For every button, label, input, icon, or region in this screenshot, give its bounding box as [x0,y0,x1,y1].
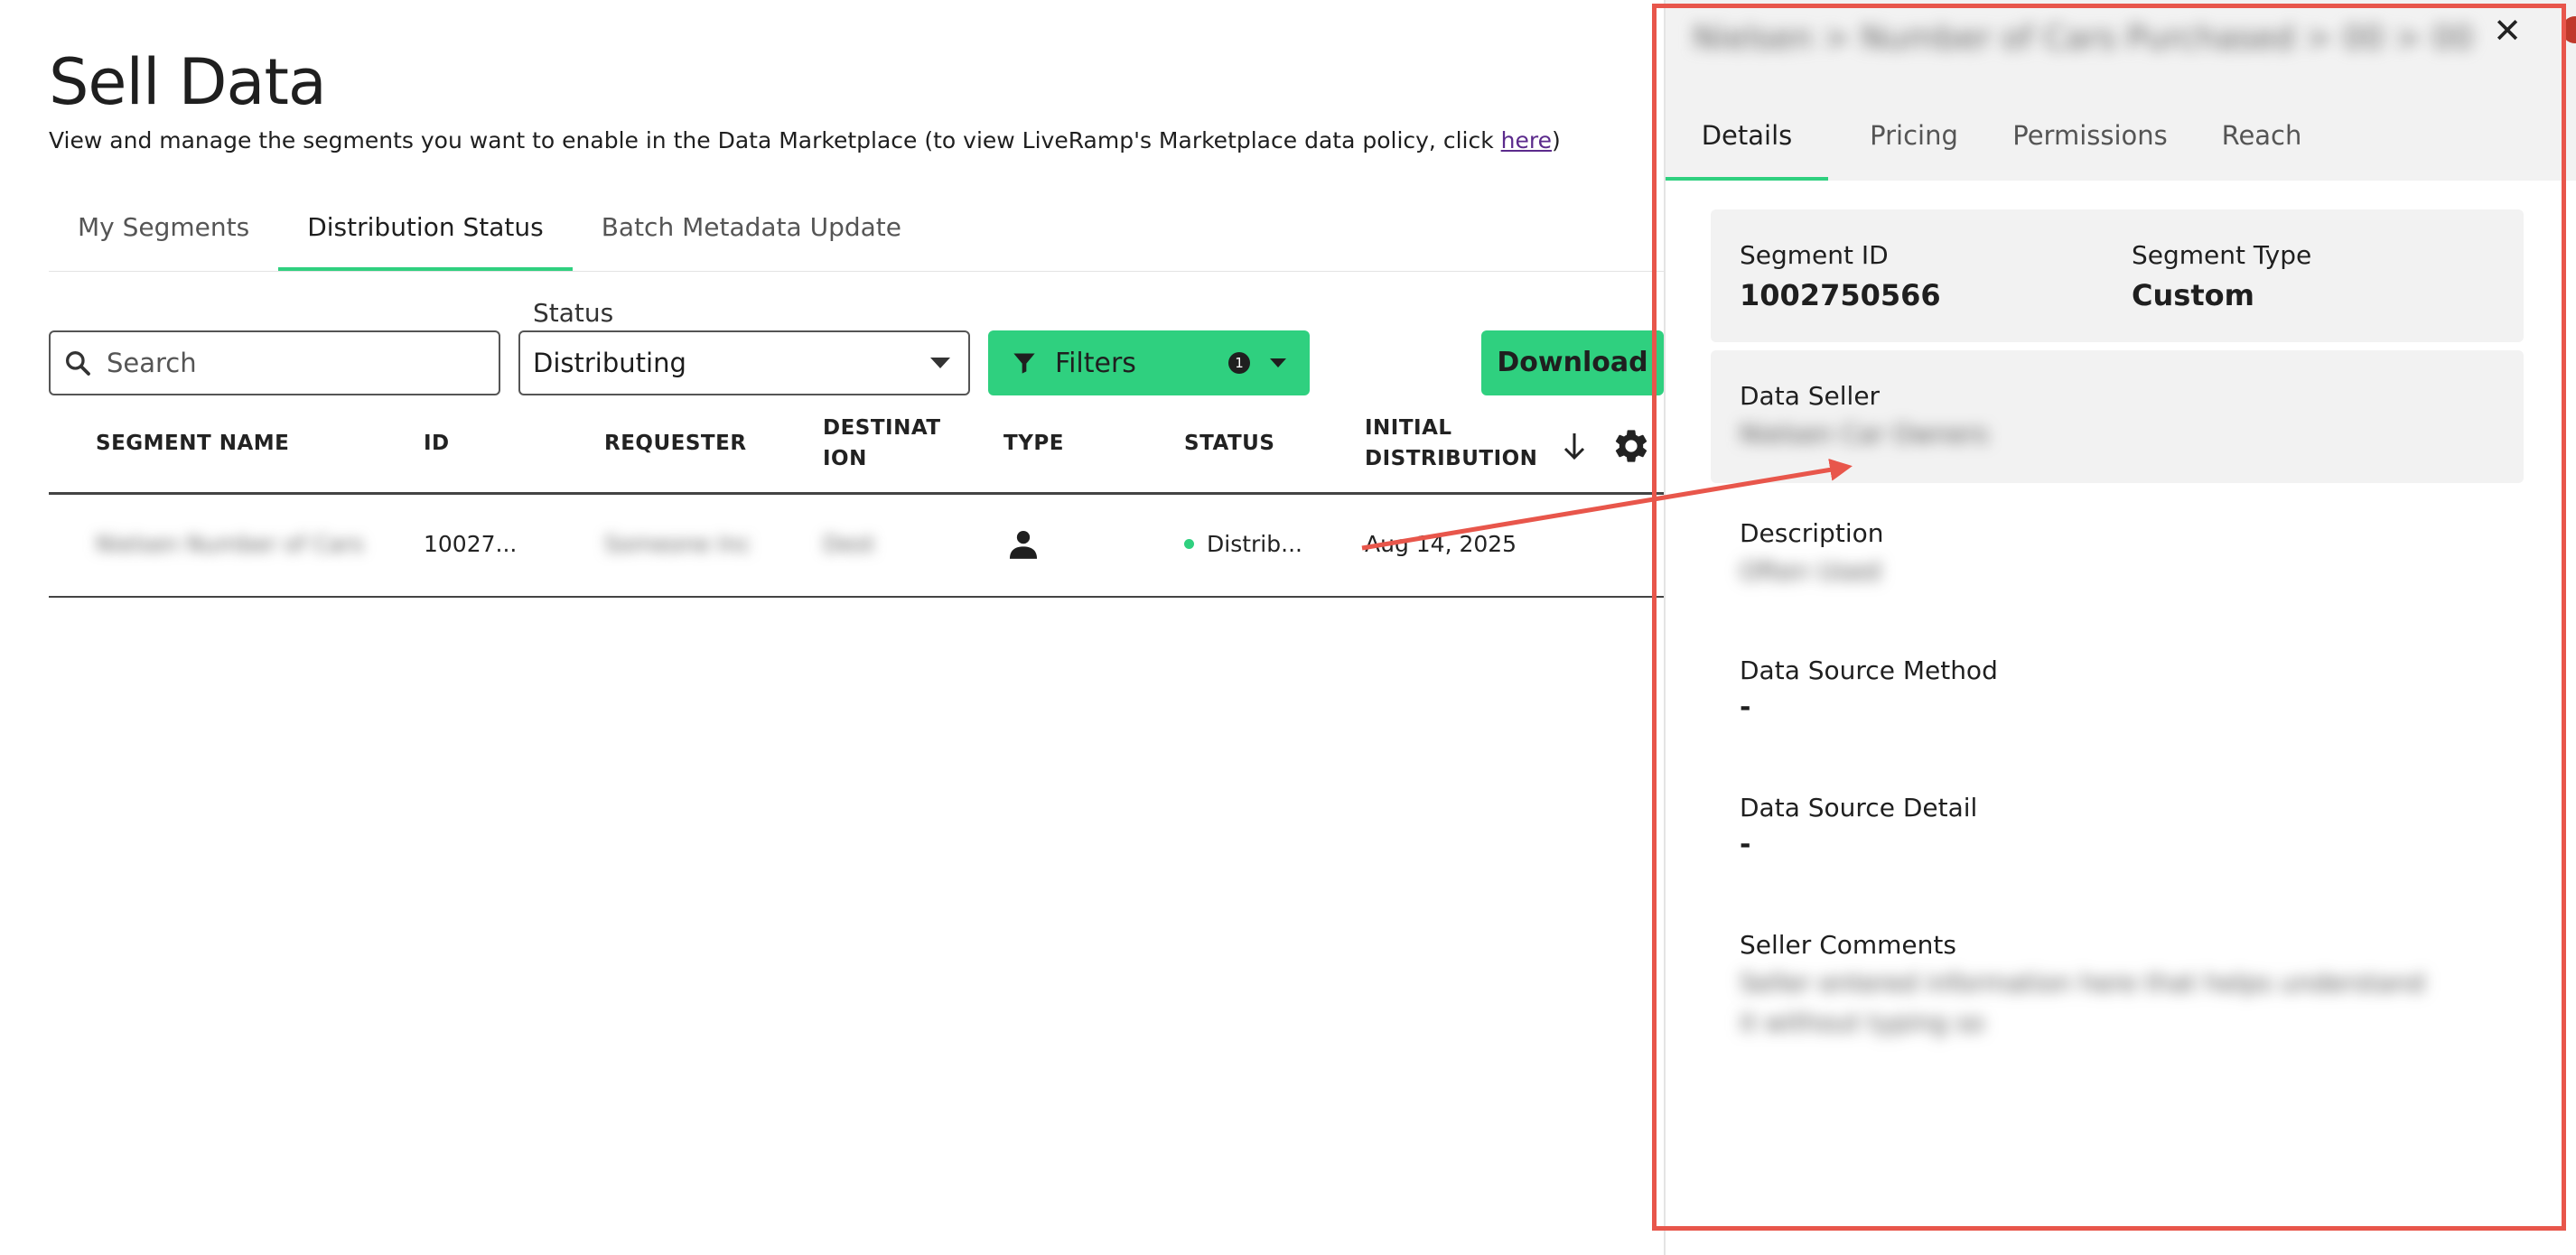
marketplace-policy-link[interactable]: here [1501,127,1552,153]
table-header: SEGMENT NAME ID REQUESTER DESTINAT ION T… [49,408,1666,495]
subtitle-end: ) [1551,127,1561,153]
close-icon[interactable]: ✕ [2493,11,2522,51]
status-select[interactable]: Distributing [518,330,970,395]
caret-down-icon [1270,358,1286,367]
data-seller-label: Data Seller [1740,381,1881,411]
person-icon [1009,530,1038,559]
data-seller-card: Data Seller Nielsen Car Owners [1711,350,2524,483]
search-icon [66,351,90,376]
cell-requester: Someone Inc [604,531,751,557]
tab-details[interactable]: Details [1666,99,1828,181]
cell-destination: Dest [823,531,875,557]
data-source-detail-value: - [1740,829,1751,860]
status-filter-label: Status [533,298,614,328]
page-subtitle: View and manage the segments you want to… [49,127,1561,153]
tab-pricing[interactable]: Pricing [1846,99,1982,181]
table-row[interactable]: Nielsen Number of Cars 10027... Someone … [49,495,1666,598]
tab-reach[interactable]: Reach [2198,99,2325,181]
col-type[interactable]: TYPE [1003,428,1064,459]
cell-id: 10027... [424,531,518,557]
seller-comments-line1: Seller entered information here that hel… [1740,968,2425,998]
col-destination[interactable]: DESTINAT ION [823,413,941,474]
status-dot [1184,538,1194,549]
page-title: Sell Data [49,45,327,119]
col-status[interactable]: STATUS [1184,428,1274,459]
col-requester[interactable]: REQUESTER [604,428,747,459]
tab-batch-metadata-update[interactable]: Batch Metadata Update [573,200,930,271]
data-source-method-label: Data Source Method [1740,655,1998,685]
cell-status-text: Distrib... [1207,531,1302,557]
download-button[interactable]: Download [1481,330,1664,395]
filter-icon [1013,353,1035,374]
sort-arrow-down-icon[interactable] [1562,431,1587,461]
data-source-detail-label: Data Source Detail [1740,793,1978,823]
tab-permissions[interactable]: Permissions [2000,99,2180,181]
col-segment-name[interactable]: SEGMENT NAME [96,428,289,459]
panel-title: Nielsen > Number of Cars Purchased > 00 … [1693,20,2474,57]
data-seller-value: Nielsen Car Owners [1740,419,1989,449]
panel-header: Nielsen > Number of Cars Purchased > 00 … [1666,0,2576,181]
panel-tabs: Details Pricing Permissions Reach [1666,99,2576,181]
segment-id-value: 1002750566 [1740,278,1941,312]
segment-type-label: Segment Type [2132,240,2312,270]
segment-summary-card: Segment ID 1002750566 Segment Type Custo… [1711,209,2524,342]
col-initial-distribution-line2: DISTRIBUTION [1365,447,1538,470]
status-select-value: Distributing [533,348,686,378]
search-input[interactable] [105,347,470,379]
description-label: Description [1740,518,1884,548]
cell-segment-name: Nielsen Number of Cars [96,531,364,557]
col-destination-line1: DESTINAT [823,416,941,440]
tab-distribution-status[interactable]: Distribution Status [278,200,573,271]
filters-button[interactable]: Filters 1 [988,330,1310,395]
segment-type-value: Custom [2132,278,2254,312]
description-value: Often Used [1740,556,1881,586]
search-field[interactable] [49,330,500,395]
subtitle-text: View and manage the segments you want to… [49,127,1501,153]
col-id[interactable]: ID [424,428,450,459]
data-source-method-value: - [1740,692,1751,723]
gear-icon[interactable] [1611,426,1651,466]
tab-my-segments[interactable]: My Segments [49,200,278,271]
main-tabs: My Segments Distribution Status Batch Me… [49,200,1666,272]
chevron-down-icon [930,358,950,368]
seller-comments-label: Seller Comments [1740,930,1956,960]
col-initial-distribution[interactable]: INITIAL DISTRIBUTION [1365,413,1537,474]
filters-label: Filters [1055,347,1136,379]
cell-initial-distribution: Aug 14, 2025 [1365,531,1517,557]
segment-details-panel: Nielsen > Number of Cars Purchased > 00 … [1664,0,2576,1255]
segment-id-label: Segment ID [1740,240,1889,270]
col-initial-distribution-line1: INITIAL [1365,416,1452,440]
col-destination-line2: ION [823,447,867,470]
seller-comments-line2: it without typing so [1740,1008,1985,1037]
cell-status: Distrib... [1184,531,1302,557]
filters-count-badge: 1 [1228,352,1250,374]
